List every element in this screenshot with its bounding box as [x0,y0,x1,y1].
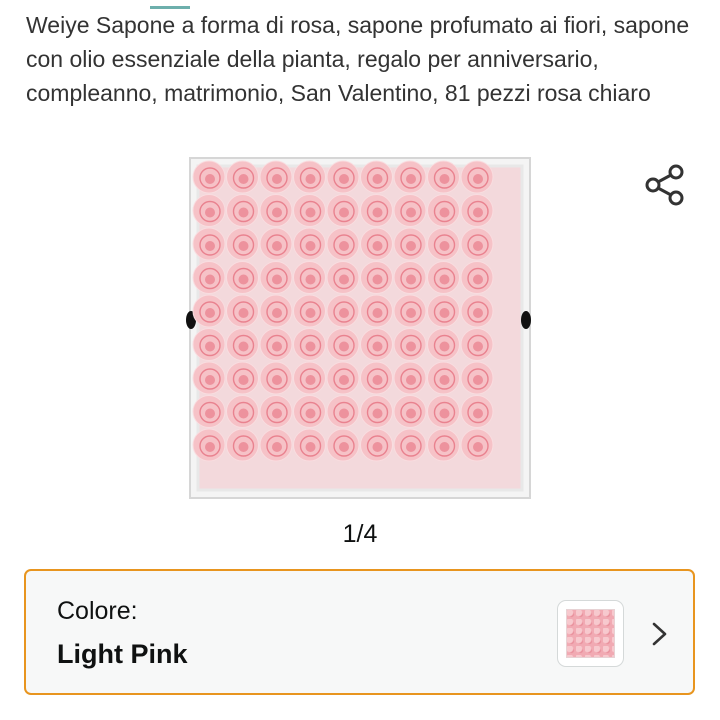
image-counter: 1/4 [342,520,378,548]
color-variant-selector[interactable]: Colore: Light Pink [24,569,695,695]
chevron-right-icon[interactable] [650,621,670,647]
variant-label: Colore: [57,597,138,625]
swatch-image [566,609,615,658]
variant-value: Light Pink [57,639,188,669]
color-swatch[interactable] [557,600,624,667]
share-icon[interactable] [641,162,687,208]
product-image[interactable] [185,153,535,503]
product-title: Weiye Sapone a forma di rosa, sapone pro… [26,12,690,106]
